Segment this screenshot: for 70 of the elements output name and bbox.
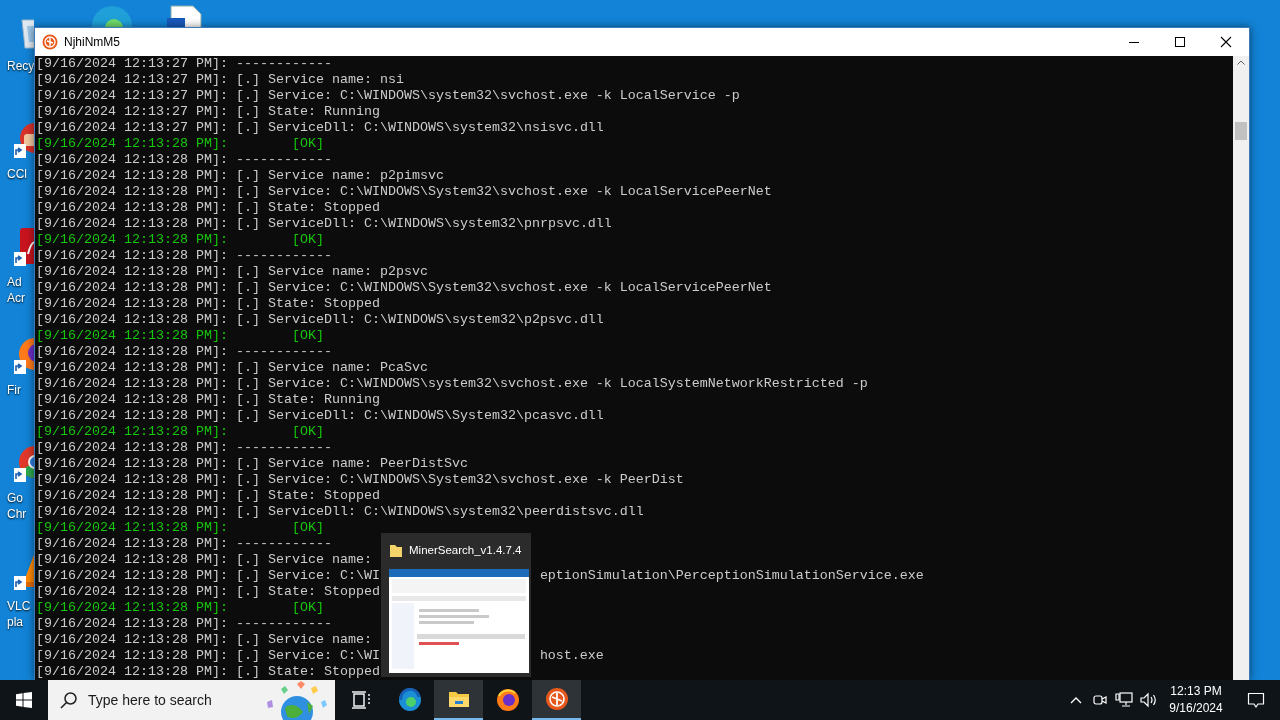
desktop-icon-label[interactable]: VLC pla: [0, 598, 31, 630]
notifications-icon[interactable]: [1247, 691, 1265, 709]
camera-icon[interactable]: [1092, 692, 1108, 708]
console-line: [9/16/2024 12:13:28 PM]: [.] Service: C:\WINDOWS\System32\svchost.exe -k LocalServicePeerNet: [36, 280, 772, 296]
console-line: [9/16/2024 12:13:28 PM]: [.] ServiceDll: C:\WINDOWS\System32\pcasvc.dll: [36, 408, 604, 424]
console-line: [9/16/2024 12:13:28 PM]: [.] State: Stopped: [36, 488, 380, 504]
console-line: [9/16/2024 12:13:28 PM]: [.] Service name:: [36, 632, 372, 648]
desktop-icon-label[interactable]: Ad Acr: [0, 274, 25, 306]
console-line: [9/16/2024 12:13:28 PM]: [.] Service name: p2psvc: [36, 264, 428, 280]
console-line: eptionSimulation\PerceptionSimulationService.exe: [539, 568, 924, 583]
console-line: host.exe: [539, 648, 604, 663]
windows-logo-icon[interactable]: [16, 692, 32, 708]
console-line: [9/16/2024 12:13:28 PM]: [.] ServiceDll: C:\WINDOWS\system32\pnrpsvc.dll: [36, 216, 612, 232]
search-icon: [60, 691, 78, 709]
console-line: [9/16/2024 12:13:28 PM]: [.] Service: C:\WI: [36, 568, 380, 583]
console-line: [9/16/2024 12:13:28 PM]: [.] State: Stopped: [36, 664, 380, 680]
console-line: [9/16/2024 12:13:28 PM]: [.] State: Stopped: [36, 200, 380, 216]
console-line: [9/16/2024 12:13:28 PM]: [.] State: Stopped: [36, 296, 380, 312]
fox-globe-icon: [495, 688, 520, 712]
console-line: [9/16/2024 12:13:28 PM]: ------------: [36, 440, 332, 456]
console-line: [9/16/2024 12:13:28 PM]: [.] State: Running: [36, 392, 380, 408]
console-line: [9/16/2024 12:13:27 PM]: [.] Service: C:\WINDOWS\system32\svchost.exe -k LocalService -p: [36, 88, 740, 104]
console-line: [9/16/2024 12:13:28 PM]: [.] Service: C:\WI: [36, 648, 380, 663]
console-line: [9/16/2024 12:13:28 PM]: [.] Service name: PeerDistSvc: [36, 456, 468, 472]
console-line: [9/16/2024 12:13:27 PM]: [.] Service name: nsi: [36, 72, 404, 88]
console-line: [9/16/2024 12:13:28 PM]: ------------: [36, 344, 332, 360]
console-line: [9/16/2024 12:13:28 PM]: [.] Service name: p2pimsvc: [36, 168, 444, 184]
document-icon[interactable]: [165, 4, 205, 27]
console-ok-line: [9/16/2024 12:13:28 PM]: [OK]: [36, 520, 324, 536]
app-logo-icon: [544, 687, 569, 711]
console-line: [9/16/2024 12:13:28 PM]: ------------: [36, 536, 332, 552]
console-ok-line: [9/16/2024 12:13:28 PM]: [OK]: [36, 136, 324, 152]
console-line: [9/16/2024 12:13:27 PM]: [.] State: Running: [36, 104, 380, 120]
show-hidden-icons-icon[interactable]: [1070, 696, 1082, 704]
console-line: [9/16/2024 12:13:28 PM]: [.] ServiceDll: C:\WINDOWS\system32\p2psvc.dll: [36, 312, 604, 328]
scrollbar[interactable]: [1233, 56, 1249, 680]
clock-button[interactable]: 12:13 PM 9/16/2024: [1160, 680, 1232, 720]
console-line: [9/16/2024 12:13:27 PM]: ------------: [36, 56, 332, 72]
close-icon[interactable]: [1220, 36, 1232, 48]
desktop-icon-label[interactable]: Go Chr: [0, 490, 27, 522]
desktop-icon-label[interactable]: Recy: [0, 58, 35, 74]
taskbar-button[interactable]: [532, 680, 581, 720]
scrollbar-thumb[interactable]: [1235, 122, 1247, 140]
console-line: [9/16/2024 12:13:28 PM]: ------------: [36, 248, 332, 264]
console-line: [9/16/2024 12:13:28 PM]: [.] Service name: PcaSvc: [36, 360, 428, 376]
folder-icon: [389, 542, 403, 558]
console-ok-line: [9/16/2024 12:13:28 PM]: [OK]: [36, 424, 324, 440]
preview-title: MinerSearch_v1.4.7.4: [409, 544, 522, 556]
console-ok-line: [9/16/2024 12:13:28 PM]: [OK]: [36, 600, 324, 616]
volume-icon[interactable]: [1139, 692, 1157, 708]
edge-icon: [397, 688, 422, 712]
console-line: [9/16/2024 12:13:28 PM]: ------------: [36, 152, 332, 168]
console-line: [9/16/2024 12:13:28 PM]: [.] Service: C:\WINDOWS\System32\svchost.exe -k PeerDist: [36, 472, 684, 488]
window-title: NjhiNmM5: [64, 35, 121, 49]
console-line: [9/16/2024 12:13:28 PM]: [.] State: Stopped: [36, 584, 380, 600]
console-line: [9/16/2024 12:13:28 PM]: [.] Service: C:\WINDOWS\System32\svchost.exe -k LocalServicePeerNet: [36, 184, 772, 200]
console-ok-line: [9/16/2024 12:13:28 PM]: [OK]: [36, 232, 324, 248]
console-line: [9/16/2024 12:13:28 PM]: [.] Service name:: [36, 552, 372, 568]
console-line: [9/16/2024 12:13:28 PM]: [.] Service: C:\WINDOWS\system32\svchost.exe -k LocalSystemNetworkRestricted -p: [36, 376, 868, 392]
taskbar-button[interactable]: [434, 680, 483, 720]
desktop-icon-label[interactable]: Fir: [0, 382, 21, 398]
console-line: [9/16/2024 12:13:28 PM]: ------------: [36, 616, 332, 632]
maximize-icon[interactable]: [1174, 36, 1186, 48]
app-logo-icon: [42, 34, 58, 50]
console-line: [9/16/2024 12:13:27 PM]: [.] ServiceDll: C:\WINDOWS\system32\nsisvc.dll: [36, 120, 604, 136]
network-icon[interactable]: [1115, 692, 1133, 708]
search-field[interactable]: Type here to search: [48, 680, 335, 720]
console-line: [9/16/2024 12:13:28 PM]: [.] ServiceDll: C:\WINDOWS\system32\peerdistsvc.dll: [36, 504, 644, 520]
console-ok-line: [9/16/2024 12:13:28 PM]: [OK]: [36, 328, 324, 344]
desktop-icon-label[interactable]: CCl: [0, 166, 27, 182]
